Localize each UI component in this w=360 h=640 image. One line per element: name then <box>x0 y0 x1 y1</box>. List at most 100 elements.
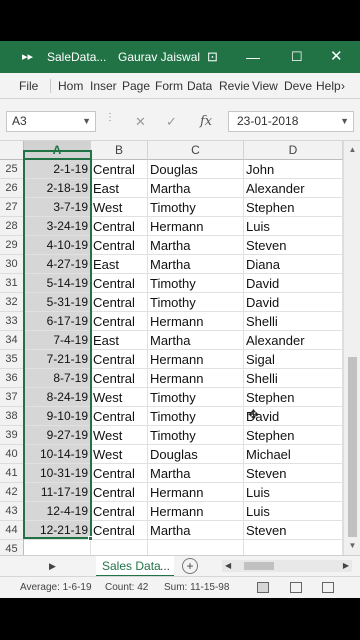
cell-c[interactable]: Douglas <box>148 445 244 464</box>
name-box[interactable]: A3 ▼ <box>6 111 96 132</box>
column-header-b[interactable]: B <box>91 141 148 160</box>
cell-b[interactable]: West <box>91 388 148 407</box>
ribbon-display-icon[interactable]: ⊡ <box>207 41 218 73</box>
scroll-thumb[interactable] <box>348 357 357 537</box>
cell-b[interactable]: Central <box>91 407 148 426</box>
cell-b[interactable]: Central <box>91 217 148 236</box>
tab-developer[interactable]: Deve <box>284 73 312 99</box>
scroll-up-icon[interactable]: ▲ <box>344 143 360 157</box>
cell-a[interactable]: 4-27-19 <box>24 255 91 274</box>
scroll-right-icon[interactable]: ▶ <box>343 560 349 572</box>
cell-d[interactable]: Alexander <box>244 179 343 198</box>
add-sheet-button[interactable]: + <box>182 558 198 574</box>
row-header[interactable]: 37 <box>0 388 24 407</box>
cell-a[interactable]: 11-17-19 <box>24 483 91 502</box>
row-header[interactable]: 32 <box>0 293 24 312</box>
row-header[interactable]: 39 <box>0 426 24 445</box>
ribbon-overflow-icon[interactable]: › <box>341 73 345 99</box>
cell-d[interactable]: Steven <box>244 464 343 483</box>
cell-a[interactable]: 7-4-19 <box>24 331 91 350</box>
cell-b[interactable]: East <box>91 255 148 274</box>
cell-d[interactable]: Stephen <box>244 198 343 217</box>
row-header[interactable]: 42 <box>0 483 24 502</box>
more-arrows-icon[interactable]: ▸▸ <box>22 41 33 73</box>
cell-d[interactable]: Shelli <box>244 369 343 388</box>
cell-d[interactable]: Stephen <box>244 426 343 445</box>
row-header[interactable]: 43 <box>0 502 24 521</box>
user-name[interactable]: Gaurav Jaiswal <box>118 41 200 73</box>
cell-a[interactable]: 5-31-19 <box>24 293 91 312</box>
column-header-d[interactable]: D <box>244 141 343 160</box>
cell-b[interactable]: Central <box>91 236 148 255</box>
row-header[interactable]: 36 <box>0 369 24 388</box>
page-layout-view-icon[interactable] <box>290 582 302 593</box>
row-header[interactable]: 30 <box>0 255 24 274</box>
cell-b[interactable]: Central <box>91 312 148 331</box>
cell-a[interactable]: 3-24-19 <box>24 217 91 236</box>
cell-c[interactable]: Timothy <box>148 293 244 312</box>
cell-d[interactable]: Stephen <box>244 388 343 407</box>
cell-b[interactable]: Central <box>91 293 148 312</box>
row-header[interactable]: 44 <box>0 521 24 540</box>
cell-c[interactable]: Timothy <box>148 274 244 293</box>
formula-input[interactable]: 23-01-2018 ▼ <box>228 111 354 132</box>
vertical-scrollbar[interactable]: ▲ ▼ <box>343 141 360 555</box>
cell-c[interactable]: Hermann <box>148 483 244 502</box>
cell-c[interactable]: Martha <box>148 236 244 255</box>
cell-a[interactable]: 8-24-19 <box>24 388 91 407</box>
tab-formulas[interactable]: Form <box>155 73 183 99</box>
formula-bar-grip-icon[interactable]: ⋮ <box>105 112 115 123</box>
cell-c[interactable]: Martha <box>148 255 244 274</box>
tab-help[interactable]: Help <box>316 73 341 99</box>
cell-c[interactable]: Martha <box>148 521 244 540</box>
row-header[interactable]: 33 <box>0 312 24 331</box>
cell-a[interactable]: 9-10-19 <box>24 407 91 426</box>
cell-d[interactable]: David <box>244 293 343 312</box>
row-header[interactable]: 41 <box>0 464 24 483</box>
cell-d[interactable]: Diana <box>244 255 343 274</box>
cell-b[interactable]: Central <box>91 160 148 179</box>
cell-c[interactable]: Martha <box>148 464 244 483</box>
tab-file[interactable]: File <box>19 73 38 99</box>
tab-home[interactable]: Hom <box>58 73 83 99</box>
scroll-left-icon[interactable]: ◀ <box>225 560 231 572</box>
cell-a[interactable]: 12-21-19 <box>24 521 91 540</box>
sheet-nav-right-icon[interactable]: ▶ <box>49 556 56 577</box>
insert-function-icon[interactable]: fx <box>200 111 212 132</box>
normal-view-icon[interactable] <box>257 582 269 593</box>
cell-a[interactable]: 12-4-19 <box>24 502 91 521</box>
cell-b[interactable]: East <box>91 331 148 350</box>
chevron-down-icon[interactable]: ▼ <box>82 112 91 131</box>
cell-c[interactable]: Douglas <box>148 160 244 179</box>
cell-c[interactable]: Timothy <box>148 198 244 217</box>
worksheet-grid[interactable]: A B C D 25 2-1-19 Central Douglas John 2… <box>0 141 360 555</box>
cell-b[interactable] <box>91 540 148 555</box>
cell-c[interactable]: Timothy <box>148 426 244 445</box>
cell-a[interactable]: 10-14-19 <box>24 445 91 464</box>
cell-c[interactable]: Hermann <box>148 350 244 369</box>
cell-a[interactable]: 2-1-19 <box>24 160 91 179</box>
cell-b[interactable]: Central <box>91 464 148 483</box>
cell-d[interactable]: Sigal <box>244 350 343 369</box>
cell-c[interactable]: Martha <box>148 179 244 198</box>
select-all-corner[interactable] <box>0 141 24 160</box>
row-header[interactable]: 29 <box>0 236 24 255</box>
row-header[interactable]: 45 <box>0 540 24 555</box>
sheet-more-icon[interactable]: ... <box>160 556 170 577</box>
cell-c[interactable]: Martha <box>148 331 244 350</box>
cell-d[interactable]: Shelli <box>244 312 343 331</box>
cell-b[interactable]: Central <box>91 369 148 388</box>
row-header[interactable]: 25 <box>0 160 24 179</box>
cell-b[interactable]: Central <box>91 502 148 521</box>
row-header[interactable]: 31 <box>0 274 24 293</box>
cell-a[interactable]: 10-31-19 <box>24 464 91 483</box>
cell-d[interactable]: Steven <box>244 236 343 255</box>
cell-c[interactable]: Hermann <box>148 369 244 388</box>
cell-b[interactable]: Central <box>91 483 148 502</box>
row-header[interactable]: 40 <box>0 445 24 464</box>
tab-data[interactable]: Data <box>187 73 212 99</box>
cell-d[interactable]: Luis <box>244 502 343 521</box>
row-header[interactable]: 35 <box>0 350 24 369</box>
column-header-a[interactable]: A <box>24 141 91 160</box>
cell-a[interactable] <box>24 540 91 555</box>
